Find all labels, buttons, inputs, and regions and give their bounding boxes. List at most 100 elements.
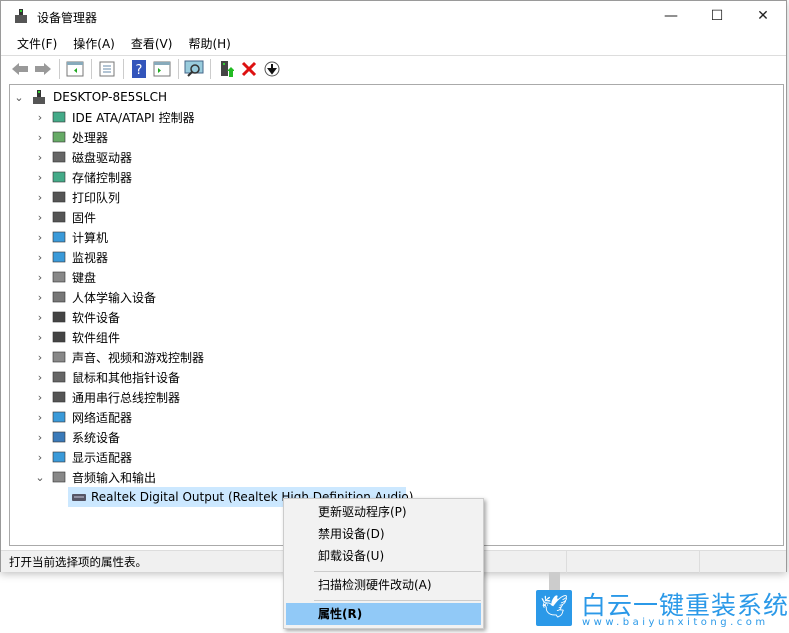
tree-category[interactable]: › IDE ATA/ATAPI 控制器 [10,107,410,127]
category-label: 显示适配器 [72,450,133,465]
category-label: 人体学输入设备 [72,290,157,305]
help-button[interactable]: ? [128,58,150,80]
chevron-right-icon[interactable]: › [35,191,45,204]
chevron-right-icon[interactable]: › [35,371,45,384]
watermark-url: www.baiyunxitong.com [582,617,769,628]
tree-category[interactable]: › 磁盘驱动器 [10,147,410,167]
window-title: 设备管理器 [37,11,98,25]
toolbar: ? [1,55,786,81]
menu-view[interactable]: 查看(V) [123,33,181,53]
device-category-icon [52,211,66,223]
category-label: 声音、视频和游戏控制器 [72,350,205,365]
context-menu: 更新驱动程序(P) 禁用设备(D) 卸载设备(U) 扫描检测硬件改动(A) 属性… [283,498,484,629]
close-button[interactable]: ✕ [740,1,786,31]
menu-item-update-driver[interactable]: 更新驱动程序(P) [286,501,481,523]
red-x-icon [241,61,257,76]
tree-category[interactable]: › 显示适配器 [10,447,410,467]
menu-item-uninstall-device[interactable]: 卸载设备(U) [286,545,481,567]
svg-text:?: ? [136,63,143,78]
tree-category[interactable]: › 打印队列 [10,187,410,207]
device-category-icon [52,331,66,343]
menu-item-properties[interactable]: 属性(R) [286,603,481,625]
properties-icon [99,61,115,76]
chevron-right-icon[interactable]: › [35,331,45,344]
show-hide-console-tree-button[interactable] [64,58,86,80]
uninstall-button[interactable] [238,58,260,80]
device-category-icon [52,111,66,123]
device-category-icon [52,351,66,363]
tree-category[interactable]: › 人体学输入设备 [10,287,410,307]
category-label: 音频输入和输出 [72,470,157,485]
tree-category[interactable]: › 声音、视频和游戏控制器 [10,347,410,367]
category-label: 软件组件 [72,330,121,345]
status-divider [566,551,567,573]
chevron-right-icon[interactable]: › [35,271,45,284]
disable-button[interactable] [261,58,283,80]
menu-item-scan-hardware[interactable]: 扫描检测硬件改动(A) [286,574,481,596]
chevron-right-icon[interactable]: › [35,231,45,244]
chevron-right-icon[interactable]: › [35,451,45,464]
tree-category[interactable]: › 存储控制器 [10,167,410,187]
chevron-right-icon[interactable]: › [35,131,45,144]
tree-category[interactable]: › 监视器 [10,247,410,267]
audio-device-icon [72,494,86,501]
chevron-right-icon[interactable]: › [35,411,45,424]
chevron-right-icon[interactable]: › [35,291,45,304]
minimize-button[interactable]: — [648,1,694,31]
update-driver-button[interactable] [215,58,237,80]
chevron-right-icon[interactable]: › [35,351,45,364]
device-category-icon [52,371,66,383]
tree-category[interactable]: › 网络适配器 [10,407,410,427]
menu-help[interactable]: 帮助(H) [180,33,238,53]
arrow-right-icon [35,62,51,75]
action-pane-icon [153,61,171,76]
tree-category[interactable]: › 通用串行总线控制器 [10,387,410,407]
properties-button[interactable] [96,58,118,80]
menu-action[interactable]: 操作(A) [65,33,123,53]
chevron-right-icon[interactable]: › [35,171,45,184]
category-label: 系统设备 [72,430,121,445]
scan-hardware-button[interactable] [183,58,205,80]
chevron-down-icon[interactable]: ⌄ [35,471,45,484]
chevron-right-icon[interactable]: › [35,251,45,264]
menu-file[interactable]: 文件(F) [1,33,65,53]
device-category-icon [52,311,66,323]
update-driver-icon [221,60,234,77]
toolbar-divider [210,58,211,79]
chevron-right-icon[interactable]: › [35,391,45,404]
chevron-right-icon[interactable]: › [35,111,45,124]
tree-root[interactable]: ⌄ DESKTOP-8E5SLCH [10,87,310,107]
forward-button[interactable] [32,58,54,80]
console-tree-icon [66,61,84,76]
tree-category[interactable]: › 软件组件 [10,327,410,347]
tree-category[interactable]: › 软件设备 [10,307,410,327]
chevron-down-icon[interactable]: ⌄ [14,91,24,104]
chevron-right-icon[interactable]: › [35,431,45,444]
chevron-right-icon[interactable]: › [35,211,45,224]
tree-category[interactable]: › 处理器 [10,127,410,147]
category-label: 通用串行总线控制器 [72,390,181,405]
toolbar-divider [59,58,60,79]
tree-category[interactable]: › 鼠标和其他指针设备 [10,367,410,387]
device-category-icon [52,411,66,423]
back-button[interactable] [9,58,31,80]
device-tree[interactable]: ⌄ DESKTOP-8E5SLCH › IDE ATA/ATAPI 控制器 › 处… [9,84,784,546]
toolbar-divider [178,58,179,79]
chevron-right-icon[interactable]: › [35,151,45,164]
tree-category[interactable]: ⌄ 音频输入和输出 [10,467,410,487]
device-manager-window: 设备管理器 — ☐ ✕ 文件(F) 操作(A) 查看(V) 帮助(H) ? ⌄ … [0,0,787,573]
tree-category[interactable]: › 键盘 [10,267,410,287]
tree-category[interactable]: › 系统设备 [10,427,410,447]
device-category-icon [52,271,66,283]
device-manager-icon [15,9,27,23]
category-label: 固件 [72,210,97,225]
tree-category[interactable]: › 计算机 [10,227,410,247]
device-category-icon [52,171,66,183]
category-label: 键盘 [72,270,97,285]
down-arrow-circle-icon [264,61,280,76]
tree-category[interactable]: › 固件 [10,207,410,227]
maximize-button[interactable]: ☐ [694,1,740,31]
action-pane-button[interactable] [151,58,173,80]
chevron-right-icon[interactable]: › [35,311,45,324]
menu-item-disable-device[interactable]: 禁用设备(D) [286,523,481,545]
